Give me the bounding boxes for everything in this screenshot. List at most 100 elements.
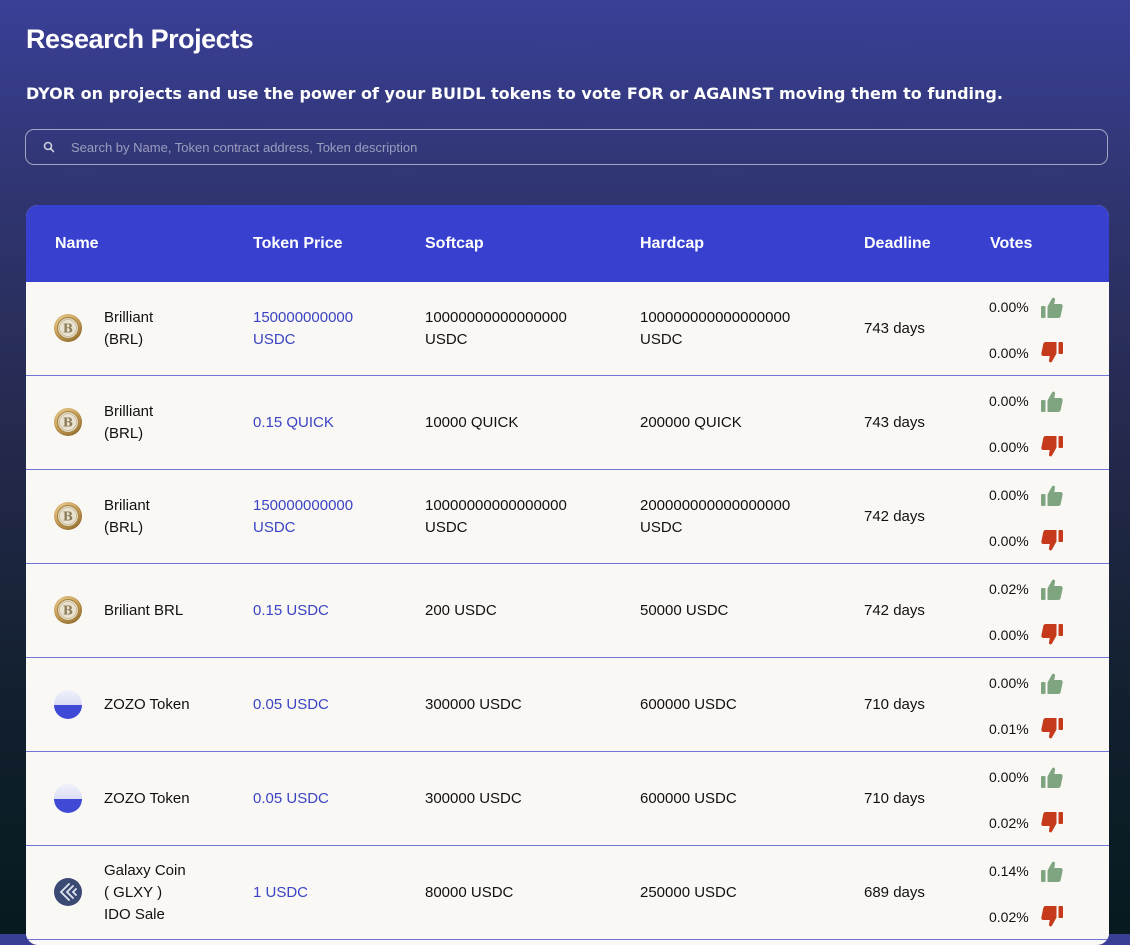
hardcap-line: USDC [640,518,683,536]
hardcap: 100000000000000000 USDC [640,282,840,375]
table-row[interactable]: ZOZO Token 0.05 USDC 300000 USDC 600000 … [26,752,1109,846]
column-header-deadline[interactable]: Deadline [864,205,931,282]
votes-against: 0.02% [989,810,1065,836]
project-name: Briliant BRL [104,564,244,657]
token-price: 0.15 USDC [253,564,403,657]
thumbs-down-icon[interactable] [1039,810,1065,836]
project-name-line: Brilliant [104,402,154,420]
votes-for-percent: 0.00% [989,393,1029,409]
deadline: 743 days [864,319,925,337]
votes-for: 0.00% [989,764,1065,790]
table-row[interactable]: B Brilliant (BRL) 150000000000 USDC 100000… [26,282,1109,376]
softcap: 300000 USDC [425,658,625,751]
thumbs-down-icon[interactable] [1039,528,1065,554]
token-price-line: 0.05 USDC [253,789,329,807]
column-header-hardcap[interactable]: Hardcap [640,205,704,282]
project-name-line: Briliant [104,496,150,514]
half-circle-icon [53,689,83,719]
deadline: 743 days [864,413,925,431]
softcap: 80000 USDC [425,846,625,939]
project-name: Galaxy Coin ( GLXY ) IDO Sale [104,846,244,939]
project-name-line: Brilliant [104,308,154,326]
token-price-line: USDC [253,330,296,348]
thumbs-up-icon[interactable] [1039,294,1065,320]
votes-against-percent: 0.00% [989,439,1029,455]
bitcoin-coin-icon: B [53,407,83,437]
thumbs-down-icon[interactable] [1039,434,1065,460]
table-row[interactable]: B Briliant BRL 0.15 USDC 200 USDC 50000 … [26,564,1109,658]
votes-against: 0.00% [989,528,1065,554]
softcap: 10000 QUICK [425,376,625,469]
hardcap-line: 50000 USDC [640,601,729,619]
search-bar[interactable] [25,129,1108,165]
thumbs-up-icon[interactable] [1039,670,1065,696]
column-header-softcap[interactable]: Softcap [425,205,484,282]
project-name-line: ZOZO Token [104,789,190,807]
deadline: 689 days [864,883,925,901]
token-price-line: 150000000000 [253,496,354,514]
votes-for-percent: 0.02% [989,581,1029,597]
svg-text:B: B [63,416,73,430]
table-row[interactable]: B Briliant (BRL) 150000000000 USDC 1000000… [26,470,1109,564]
softcap-line: 10000000000000000 [425,308,567,326]
table-row[interactable]: ZOZO Token 0.05 USDC 300000 USDC 600000 … [26,658,1109,752]
project-name-line: (BRL) [104,518,144,536]
thumbs-up-icon[interactable] [1039,764,1065,790]
table-row[interactable]: Galaxy Coin ( GLXY ) IDO Sale 1 USDC 80000… [26,846,1109,940]
softcap-line: USDC [425,518,468,536]
hardcap-line: 600000 USDC [640,695,737,713]
project-name-line: Briliant BRL [104,601,184,619]
thumbs-up-icon[interactable] [1039,388,1065,414]
votes-for: 0.02% [989,576,1065,602]
softcap-line: USDC [425,330,468,348]
votes-against-percent: 0.00% [989,345,1029,361]
hardcap: 250000 USDC [640,846,840,939]
svg-text:B: B [63,322,73,336]
hardcap: 600000 USDC [640,752,840,845]
votes-against: 0.00% [989,622,1065,648]
softcap-line: 10000000000000000 [425,496,567,514]
project-name-line: IDO Sale [104,905,165,923]
softcap-line: 300000 USDC [425,695,522,713]
votes-for: 0.14% [989,858,1065,884]
hardcap-line: 100000000000000000 [640,308,791,326]
votes: 0.14% 0.02% [989,846,1099,939]
hardcap: 200000000000000000 USDC [640,470,840,563]
column-header-token-price[interactable]: Token Price [253,205,343,282]
thumbs-down-icon[interactable] [1039,340,1065,366]
token-price-line: 0.15 QUICK [253,413,334,431]
votes-for-percent: 0.00% [989,675,1029,691]
softcap: 10000000000000000 USDC [425,282,625,375]
deadline: 742 days [864,601,925,619]
half-circle-icon [53,783,83,813]
project-name-line: ZOZO Token [104,695,190,713]
token-price-line: USDC [253,518,296,536]
token-price-line: 0.15 USDC [253,601,329,619]
thumbs-up-icon[interactable] [1039,576,1065,602]
votes: 0.00% 0.00% [989,470,1099,563]
votes-against: 0.02% [989,904,1065,930]
search-input[interactable] [71,139,1107,155]
thumbs-up-icon[interactable] [1039,858,1065,884]
search-icon [43,140,57,154]
thumbs-down-icon[interactable] [1039,622,1065,648]
column-header-votes[interactable]: Votes [990,205,1032,282]
project-name: Brilliant (BRL) [104,282,244,375]
softcap: 200 USDC [425,564,625,657]
column-header-name[interactable]: Name [55,205,99,282]
votes-against-percent: 0.01% [989,721,1029,737]
votes-for-percent: 0.00% [989,299,1029,315]
thumbs-down-icon[interactable] [1039,716,1065,742]
thumbs-up-icon[interactable] [1039,482,1065,508]
softcap: 300000 USDC [425,752,625,845]
project-name: Brilliant (BRL) [104,376,244,469]
bitcoin-coin-icon: B [53,595,83,625]
thumbs-down-icon[interactable] [1039,904,1065,930]
token-price-line: 1 USDC [253,883,309,901]
hardcap-line: 200000000000000000 [640,496,791,514]
project-name-line: ( GLXY ) [104,883,163,901]
hardcap-line: USDC [640,330,683,348]
galaxy-coin-icon [53,877,83,907]
table-row[interactable]: B Brilliant (BRL) 0.15 QUICK 10000 QUICK … [26,376,1109,470]
project-name: ZOZO Token [104,752,244,845]
